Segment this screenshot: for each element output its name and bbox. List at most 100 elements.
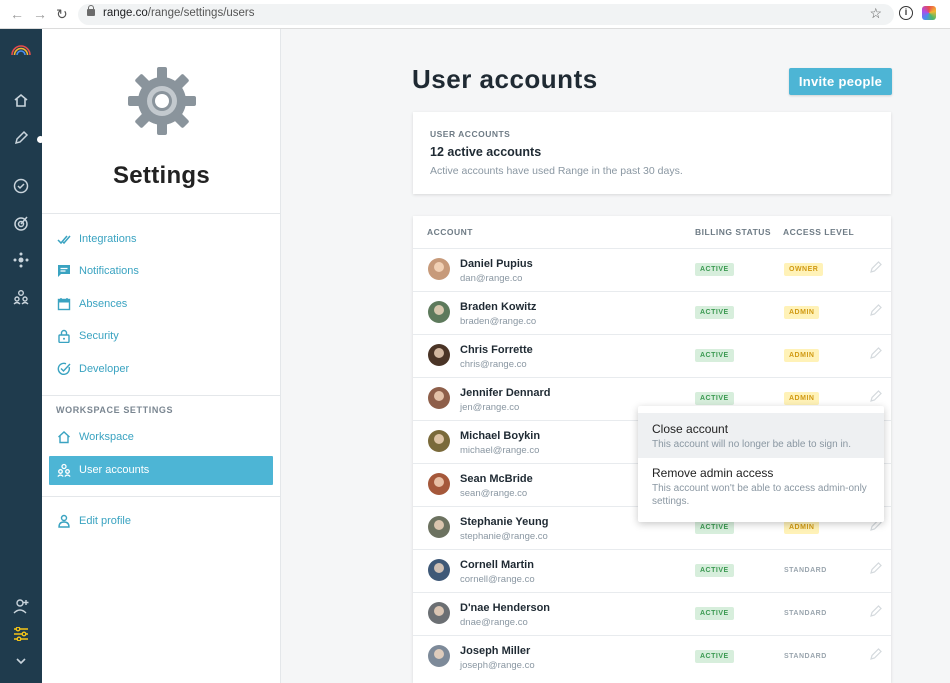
access-level-text: STANDARD: [784, 567, 827, 574]
sidebar-item-label: Notifications: [79, 265, 139, 277]
browser-toolbar: ← → ↻ range.co/range/settings/users ☆ i: [0, 0, 950, 29]
avatar: [428, 387, 450, 409]
home-icon: [58, 431, 70, 444]
user-email: braden@range.co: [460, 316, 537, 327]
divider: [42, 496, 281, 497]
avatar: [428, 258, 450, 280]
avatar: [428, 301, 450, 323]
table-row[interactable]: Chris Forrette chris@range.co ACTIVE ADM…: [413, 334, 891, 377]
user-name: Braden Kowitz: [460, 301, 537, 313]
sidebar-item-label: Edit profile: [79, 515, 131, 527]
lock-icon: [58, 329, 70, 343]
invite-people-button[interactable]: Invite people: [789, 68, 892, 95]
calendar-icon: [57, 298, 71, 311]
access-level-badge: ADMIN: [784, 349, 820, 362]
table-row[interactable]: Cornell Martin cornell@range.co ACTIVE S…: [413, 549, 891, 592]
check-circle-icon[interactable]: [0, 178, 42, 194]
billing-status-badge: ACTIVE: [695, 650, 734, 663]
target-icon[interactable]: [0, 215, 42, 231]
chat-icon: [58, 265, 70, 277]
avatar: [428, 344, 450, 366]
network-icon[interactable]: [0, 252, 42, 268]
check-double-icon: [57, 235, 71, 245]
lock-icon: [87, 5, 95, 16]
user-email: jen@range.co: [460, 402, 520, 413]
user-email: dan@range.co: [460, 273, 523, 284]
menu-item-description: This account won't be able to access adm…: [652, 483, 867, 507]
user-email: joseph@range.co: [460, 660, 535, 671]
avatar: [428, 430, 450, 452]
avatar: [428, 559, 450, 581]
table-row[interactable]: Joseph Miller joseph@range.co ACTIVE STA…: [413, 635, 891, 678]
info-extension-icon[interactable]: i: [899, 6, 913, 20]
sidebar-item-label: Workspace: [79, 431, 134, 443]
user-name: Chris Forrette: [460, 344, 533, 356]
user-email: chris@range.co: [460, 359, 527, 370]
menu-item-title: Close account: [652, 422, 729, 436]
sidebar-item-absences[interactable]: Absences: [49, 290, 273, 319]
sidebar-item-user-accounts[interactable]: User accounts: [49, 456, 273, 485]
back-icon[interactable]: ←: [10, 6, 24, 22]
table-row[interactable]: Daniel Pupius dan@range.co ACTIVE OWNER: [413, 248, 891, 291]
edit-pencil-icon[interactable]: [869, 604, 883, 618]
billing-status-badge: ACTIVE: [695, 263, 734, 276]
billing-status-badge: ACTIVE: [695, 306, 734, 319]
avatar: [428, 473, 450, 495]
sidebar-item-edit-profile[interactable]: Edit profile: [49, 507, 273, 536]
user-name: D'nae Henderson: [460, 602, 551, 614]
edit-pencil-icon[interactable]: [869, 260, 883, 274]
color-extension-icon[interactable]: [922, 6, 936, 20]
users-icon: [57, 463, 71, 477]
sidebar-title: Settings: [112, 162, 211, 189]
settings-sliders-icon[interactable]: [0, 627, 42, 641]
home-icon[interactable]: [0, 93, 42, 108]
user-name: Joseph Miller: [460, 645, 531, 657]
table-row[interactable]: Braden Kowitz braden@range.co ACTIVE ADM…: [413, 291, 891, 334]
sidebar-item-developer[interactable]: Developer: [49, 355, 273, 384]
sidebar-item-security[interactable]: Security: [49, 322, 273, 351]
summary-heading: USER ACCOUNTS: [430, 129, 511, 139]
pencil-icon[interactable]: [0, 130, 42, 146]
chevron-down-icon[interactable]: [0, 657, 42, 665]
billing-status-badge: ACTIVE: [695, 564, 734, 577]
settings-gear-icon: [128, 67, 196, 135]
add-user-icon[interactable]: [0, 598, 42, 614]
edit-pencil-icon[interactable]: [869, 647, 883, 661]
team-icon[interactable]: [0, 289, 42, 305]
billing-status-badge: ACTIVE: [695, 607, 734, 620]
remove-admin-access-menu-item[interactable]: Remove admin access This account won't b…: [638, 458, 884, 518]
reload-icon[interactable]: ↻: [56, 6, 68, 23]
sidebar-item-label: Security: [79, 330, 119, 342]
avatar: [428, 602, 450, 624]
user-name: Daniel Pupius: [460, 258, 533, 270]
user-name: Sean McBride: [460, 473, 533, 485]
user-email: dnae@range.co: [460, 617, 528, 628]
summary-description: Active accounts have used Range in the p…: [430, 165, 683, 177]
forward-icon[interactable]: →: [33, 6, 47, 22]
column-header-access-level: ACCESS LEVEL: [783, 227, 855, 237]
sidebar-item-workspace[interactable]: Workspace: [49, 423, 273, 452]
sidebar-item-integrations[interactable]: Integrations: [49, 225, 273, 254]
address-bar[interactable]: range.co/range/settings/users ☆: [78, 4, 894, 25]
table-row[interactable]: D'nae Henderson dnae@range.co ACTIVE STA…: [413, 592, 891, 635]
sidebar-item-notifications[interactable]: Notifications: [49, 257, 273, 286]
edit-pencil-icon[interactable]: [869, 303, 883, 317]
column-header-billing-status: BILLING STATUS: [695, 227, 772, 237]
billing-status-badge: ACTIVE: [695, 392, 734, 405]
person-icon: [58, 514, 70, 528]
sidebar-item-label: Developer: [79, 363, 130, 375]
close-account-menu-item[interactable]: Close account This account will no longe…: [638, 413, 884, 458]
account-actions-menu: Close account This account will no longe…: [638, 406, 884, 522]
edit-pencil-icon[interactable]: [869, 561, 883, 575]
menu-item-title: Remove admin access: [652, 466, 774, 480]
access-level-text: STANDARD: [784, 610, 827, 617]
sidebar-item-label: Integrations: [79, 233, 137, 245]
bookmark-star-icon[interactable]: ☆: [869, 5, 882, 22]
edit-pencil-icon[interactable]: [869, 346, 883, 360]
divider: [42, 395, 281, 396]
user-name: Stephanie Yeung: [460, 516, 549, 528]
edit-pencil-icon[interactable]: [869, 389, 883, 403]
rainbow-logo-icon[interactable]: [0, 44, 42, 56]
access-level-badge: OWNER: [784, 263, 824, 276]
user-email: cornell@range.co: [460, 574, 535, 585]
